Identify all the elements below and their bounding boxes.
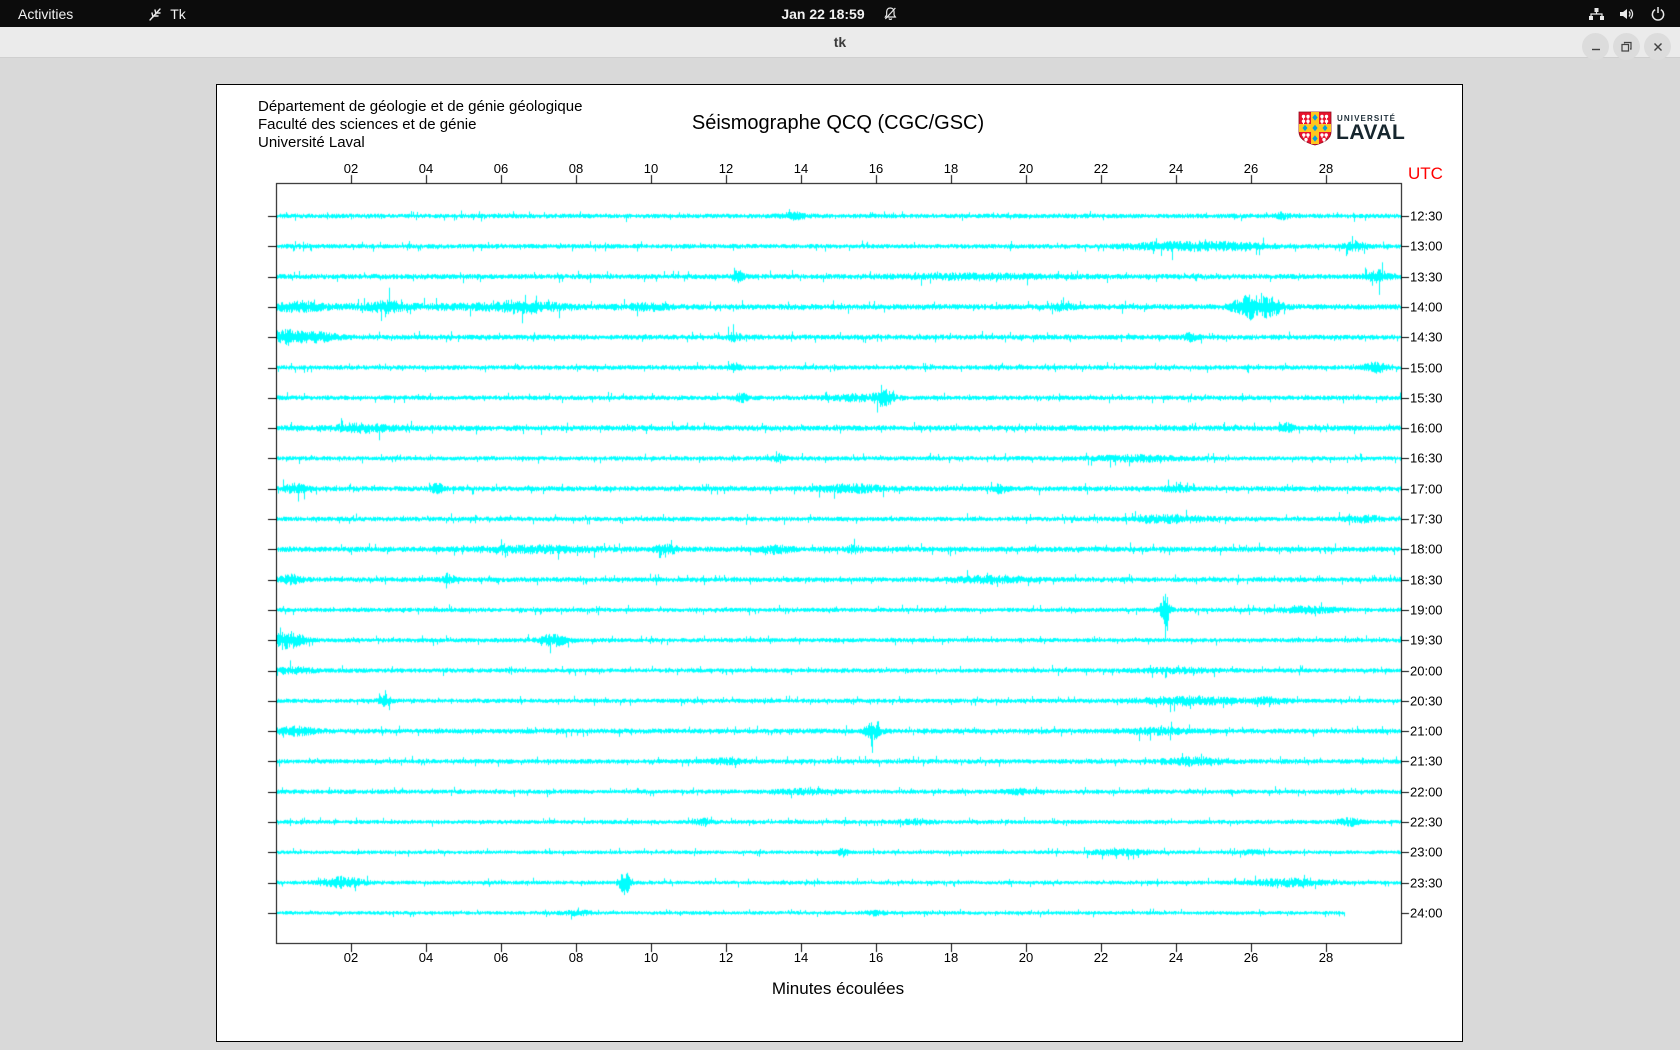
utc-time-label: 23:00 [1410, 845, 1443, 860]
utc-time-label: 22:00 [1410, 784, 1443, 799]
x-axis-title: Minutes écoulées [772, 979, 904, 999]
utc-time-label: 13:30 [1410, 269, 1443, 284]
x-tick-label-bottom: 10 [644, 950, 658, 965]
x-tick-label-top: 26 [1244, 161, 1258, 176]
utc-time-label: 17:00 [1410, 481, 1443, 496]
focused-app-menu[interactable]: Tk [138, 0, 196, 27]
utc-time-label: 20:00 [1410, 663, 1443, 678]
utc-time-label: 17:30 [1410, 512, 1443, 527]
x-tick-label-top: 24 [1169, 161, 1183, 176]
tk-feather-icon [148, 6, 163, 22]
close-button[interactable] [1644, 33, 1671, 60]
x-tick-label-bottom: 26 [1244, 950, 1258, 965]
x-tick-label-top: 20 [1019, 161, 1033, 176]
universite-laval-logo: UNIVERSITÉ LAVAL [1298, 108, 1408, 148]
x-tick-label-top: 10 [644, 161, 658, 176]
minimize-button[interactable] [1582, 33, 1609, 60]
x-tick-label-top: 18 [944, 161, 958, 176]
utc-time-label: 13:00 [1410, 239, 1443, 254]
power-icon [1650, 6, 1666, 22]
x-tick-label-bottom: 22 [1094, 950, 1108, 965]
utc-time-label: 15:30 [1410, 390, 1443, 405]
utc-time-label: 20:30 [1410, 693, 1443, 708]
utc-time-label: 23:30 [1410, 875, 1443, 890]
x-tick-label-bottom: 08 [569, 950, 583, 965]
institution-text: Département de géologie et de génie géol… [258, 98, 582, 152]
system-status-area[interactable] [1588, 6, 1666, 22]
clock-label[interactable]: Jan 22 18:59 [781, 0, 864, 27]
utc-time-label: 14:00 [1410, 299, 1443, 314]
x-tick-label-top: 04 [419, 161, 433, 176]
seismogram-traces [216, 84, 1463, 1042]
utc-time-label: 19:30 [1410, 633, 1443, 648]
window-titlebar: tk [0, 27, 1680, 58]
x-tick-label-bottom: 14 [794, 950, 808, 965]
utc-time-label: 16:30 [1410, 451, 1443, 466]
laval-shield-icon [1298, 111, 1332, 146]
utc-axis-label: UTC [1408, 164, 1443, 184]
wired-network-icon [1588, 6, 1605, 22]
utc-time-label: 16:00 [1410, 421, 1443, 436]
x-tick-label-bottom: 28 [1319, 950, 1333, 965]
activities-button[interactable]: Activities [8, 0, 83, 27]
x-tick-label-top: 14 [794, 161, 808, 176]
focused-app-name: Tk [170, 6, 186, 22]
utc-time-label: 21:30 [1410, 754, 1443, 769]
gnome-top-bar: Activities Tk Jan 22 18:59 [0, 0, 1680, 27]
x-tick-label-bottom: 24 [1169, 950, 1183, 965]
utc-time-label: 22:30 [1410, 815, 1443, 830]
x-tick-label-bottom: 18 [944, 950, 958, 965]
window-title: tk [834, 34, 846, 50]
x-tick-label-bottom: 04 [419, 950, 433, 965]
utc-time-label: 21:00 [1410, 724, 1443, 739]
logo-laval-text: LAVAL [1336, 121, 1405, 145]
notifications-off-icon [883, 6, 899, 22]
x-tick-label-top: 16 [869, 161, 883, 176]
x-tick-label-top: 28 [1319, 161, 1333, 176]
utc-time-label: 18:00 [1410, 542, 1443, 557]
utc-time-label: 15:00 [1410, 360, 1443, 375]
x-tick-label-bottom: 02 [344, 950, 358, 965]
x-tick-label-top: 12 [719, 161, 733, 176]
x-tick-label-bottom: 16 [869, 950, 883, 965]
utc-time-label: 12:30 [1410, 209, 1443, 224]
x-tick-label-bottom: 12 [719, 950, 733, 965]
utc-time-label: 14:30 [1410, 330, 1443, 345]
utc-time-label: 19:00 [1410, 602, 1443, 617]
utc-time-label: 18:30 [1410, 572, 1443, 587]
utc-time-label: 24:00 [1410, 905, 1443, 920]
x-tick-label-top: 08 [569, 161, 583, 176]
x-tick-label-top: 06 [494, 161, 508, 176]
desktop-screen: { "topbar": { "activities_label": "Activ… [0, 0, 1680, 1050]
x-tick-label-top: 22 [1094, 161, 1108, 176]
plot-title: Séismographe QCQ (CGC/GSC) [692, 112, 984, 135]
x-tick-label-bottom: 06 [494, 950, 508, 965]
x-tick-label-bottom: 20 [1019, 950, 1033, 965]
maximize-button[interactable] [1613, 33, 1640, 60]
x-tick-label-top: 02 [344, 161, 358, 176]
volume-icon [1619, 6, 1636, 22]
